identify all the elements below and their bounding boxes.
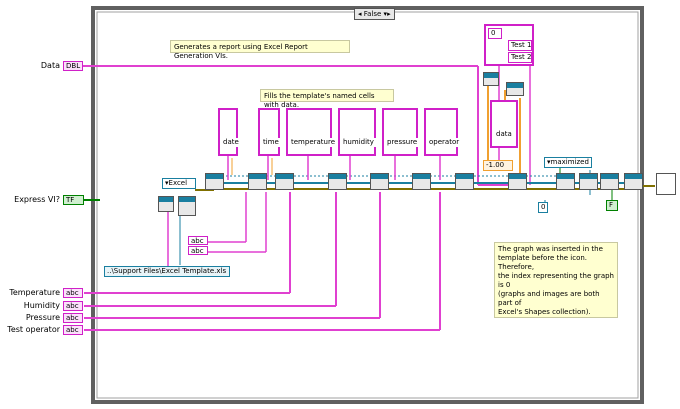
named-cell-date: date <box>221 138 241 147</box>
graph-note-line-2: template before the icon. Therefore, <box>498 254 588 271</box>
comment-generates: Generates a report using Excel Report Ge… <box>170 40 350 60</box>
named-cell-time: time <box>261 138 281 147</box>
input-label-humidity: Humidity <box>23 301 60 310</box>
append-humidity-vi-icon[interactable] <box>370 173 389 190</box>
window-state-value: maximized <box>550 158 589 166</box>
named-cell-box-time: time <box>258 108 281 156</box>
case-selector-value: False <box>363 10 382 18</box>
append-time-vi-icon[interactable] <box>275 173 294 190</box>
data-box: data <box>490 100 518 148</box>
named-cell-box-date: date <box>218 108 241 156</box>
graph-note-line-1: The graph was inserted in the <box>498 245 603 253</box>
test-list-item-1: Test 1 <box>508 40 532 51</box>
dispose-report-vi-icon[interactable] <box>624 173 643 190</box>
select-node-icon[interactable] <box>178 196 196 216</box>
case-structure-frame <box>91 6 644 404</box>
humidity-terminal[interactable]: abc <box>63 301 83 311</box>
path-node-icon[interactable] <box>158 196 174 212</box>
report-type-enum[interactable]: ▾Excel <box>162 178 196 189</box>
template-path-constant[interactable]: ..\Support Files\Excel Template.xls <box>104 266 230 277</box>
build-table-icon[interactable] <box>506 82 524 96</box>
wire-canvas <box>83 6 655 404</box>
append-date-vi-icon[interactable] <box>248 173 267 190</box>
offset-constant[interactable]: -1.00 <box>483 160 513 171</box>
named-cell-box-operator: operator <box>424 108 462 156</box>
error-indicator-icon[interactable] <box>656 173 676 195</box>
input-label-test-operator: Test operator <box>7 325 60 334</box>
false-constant[interactable]: F <box>606 200 618 211</box>
temperature-terminal[interactable]: abc <box>63 288 83 298</box>
input-label-express-vi: Express VI? <box>14 195 60 204</box>
chart-vi-icon[interactable] <box>556 173 575 190</box>
report-type-value: Excel <box>168 179 188 187</box>
comment-graph-note: The graph was inserted in the template b… <box>494 242 618 318</box>
test-list-item-2: Test 2 <box>508 52 532 63</box>
test-list-array[interactable]: 0 Test 1 Test 2 <box>484 24 534 66</box>
table-vi-icon[interactable] <box>579 173 598 190</box>
date-string-node[interactable]: abc <box>188 236 208 245</box>
data-terminal[interactable]: DBL <box>63 61 83 71</box>
graph-note-line-4: (graphs and images are both part of <box>498 290 600 307</box>
new-report-vi-icon[interactable] <box>205 173 224 190</box>
insert-graph-vi-icon[interactable] <box>508 173 527 190</box>
append-operator-vi-icon[interactable] <box>455 173 474 190</box>
test-operator-terminal[interactable]: abc <box>63 325 83 335</box>
input-label-data: Data <box>40 61 60 70</box>
append-temperature-vi-icon[interactable] <box>328 173 347 190</box>
case-selector[interactable]: ◂ False ▾▸ <box>354 8 395 20</box>
named-cell-box-temperature: temperature <box>286 108 337 156</box>
data-constant: data <box>494 130 514 139</box>
array-index[interactable]: 0 <box>488 28 502 39</box>
graph-note-line-5: Excel's Shapes collection). <box>498 308 591 316</box>
named-cell-operator: operator <box>427 138 462 147</box>
named-cell-humidity: humidity <box>341 138 376 147</box>
block-diagram: ◂ False ▾▸ Generates a report using Exce… <box>0 0 680 409</box>
input-label-pressure: Pressure <box>25 313 60 322</box>
bring-to-front-vi-icon[interactable] <box>600 173 619 190</box>
named-cell-box-pressure: pressure <box>382 108 420 156</box>
time-string-node[interactable]: abc <box>188 246 208 255</box>
named-cell-temperature: temperature <box>289 138 337 147</box>
comment-fills: Fills the template's named cells with da… <box>260 89 394 109</box>
named-cell-pressure: pressure <box>385 138 420 147</box>
pressure-terminal[interactable]: abc <box>63 313 83 323</box>
named-cell-box-humidity: humidity <box>338 108 376 156</box>
express-vi-terminal[interactable]: TF <box>63 195 84 205</box>
graph-note-line-3: the index representing the graph is 0 <box>498 272 614 289</box>
input-label-temperature: Temperature <box>9 288 60 297</box>
append-pressure-vi-icon[interactable] <box>412 173 431 190</box>
zero-constant[interactable]: 0 <box>538 202 548 213</box>
window-state-enum[interactable]: ▾maximized <box>544 157 592 168</box>
index-array-icon[interactable] <box>483 72 499 86</box>
